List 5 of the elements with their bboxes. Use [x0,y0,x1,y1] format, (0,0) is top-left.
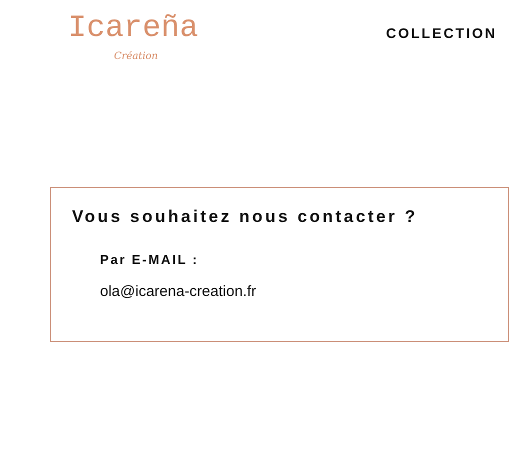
email-label: Par E-MAIL : [100,250,200,268]
logo-tagline: Création [114,50,158,64]
contact-title: Vous souhaitez nous contacter ? [72,206,419,228]
email-link[interactable]: ola@icarena-creation.fr [100,281,508,304]
nav-link[interactable]: COLLECTION [386,23,497,44]
